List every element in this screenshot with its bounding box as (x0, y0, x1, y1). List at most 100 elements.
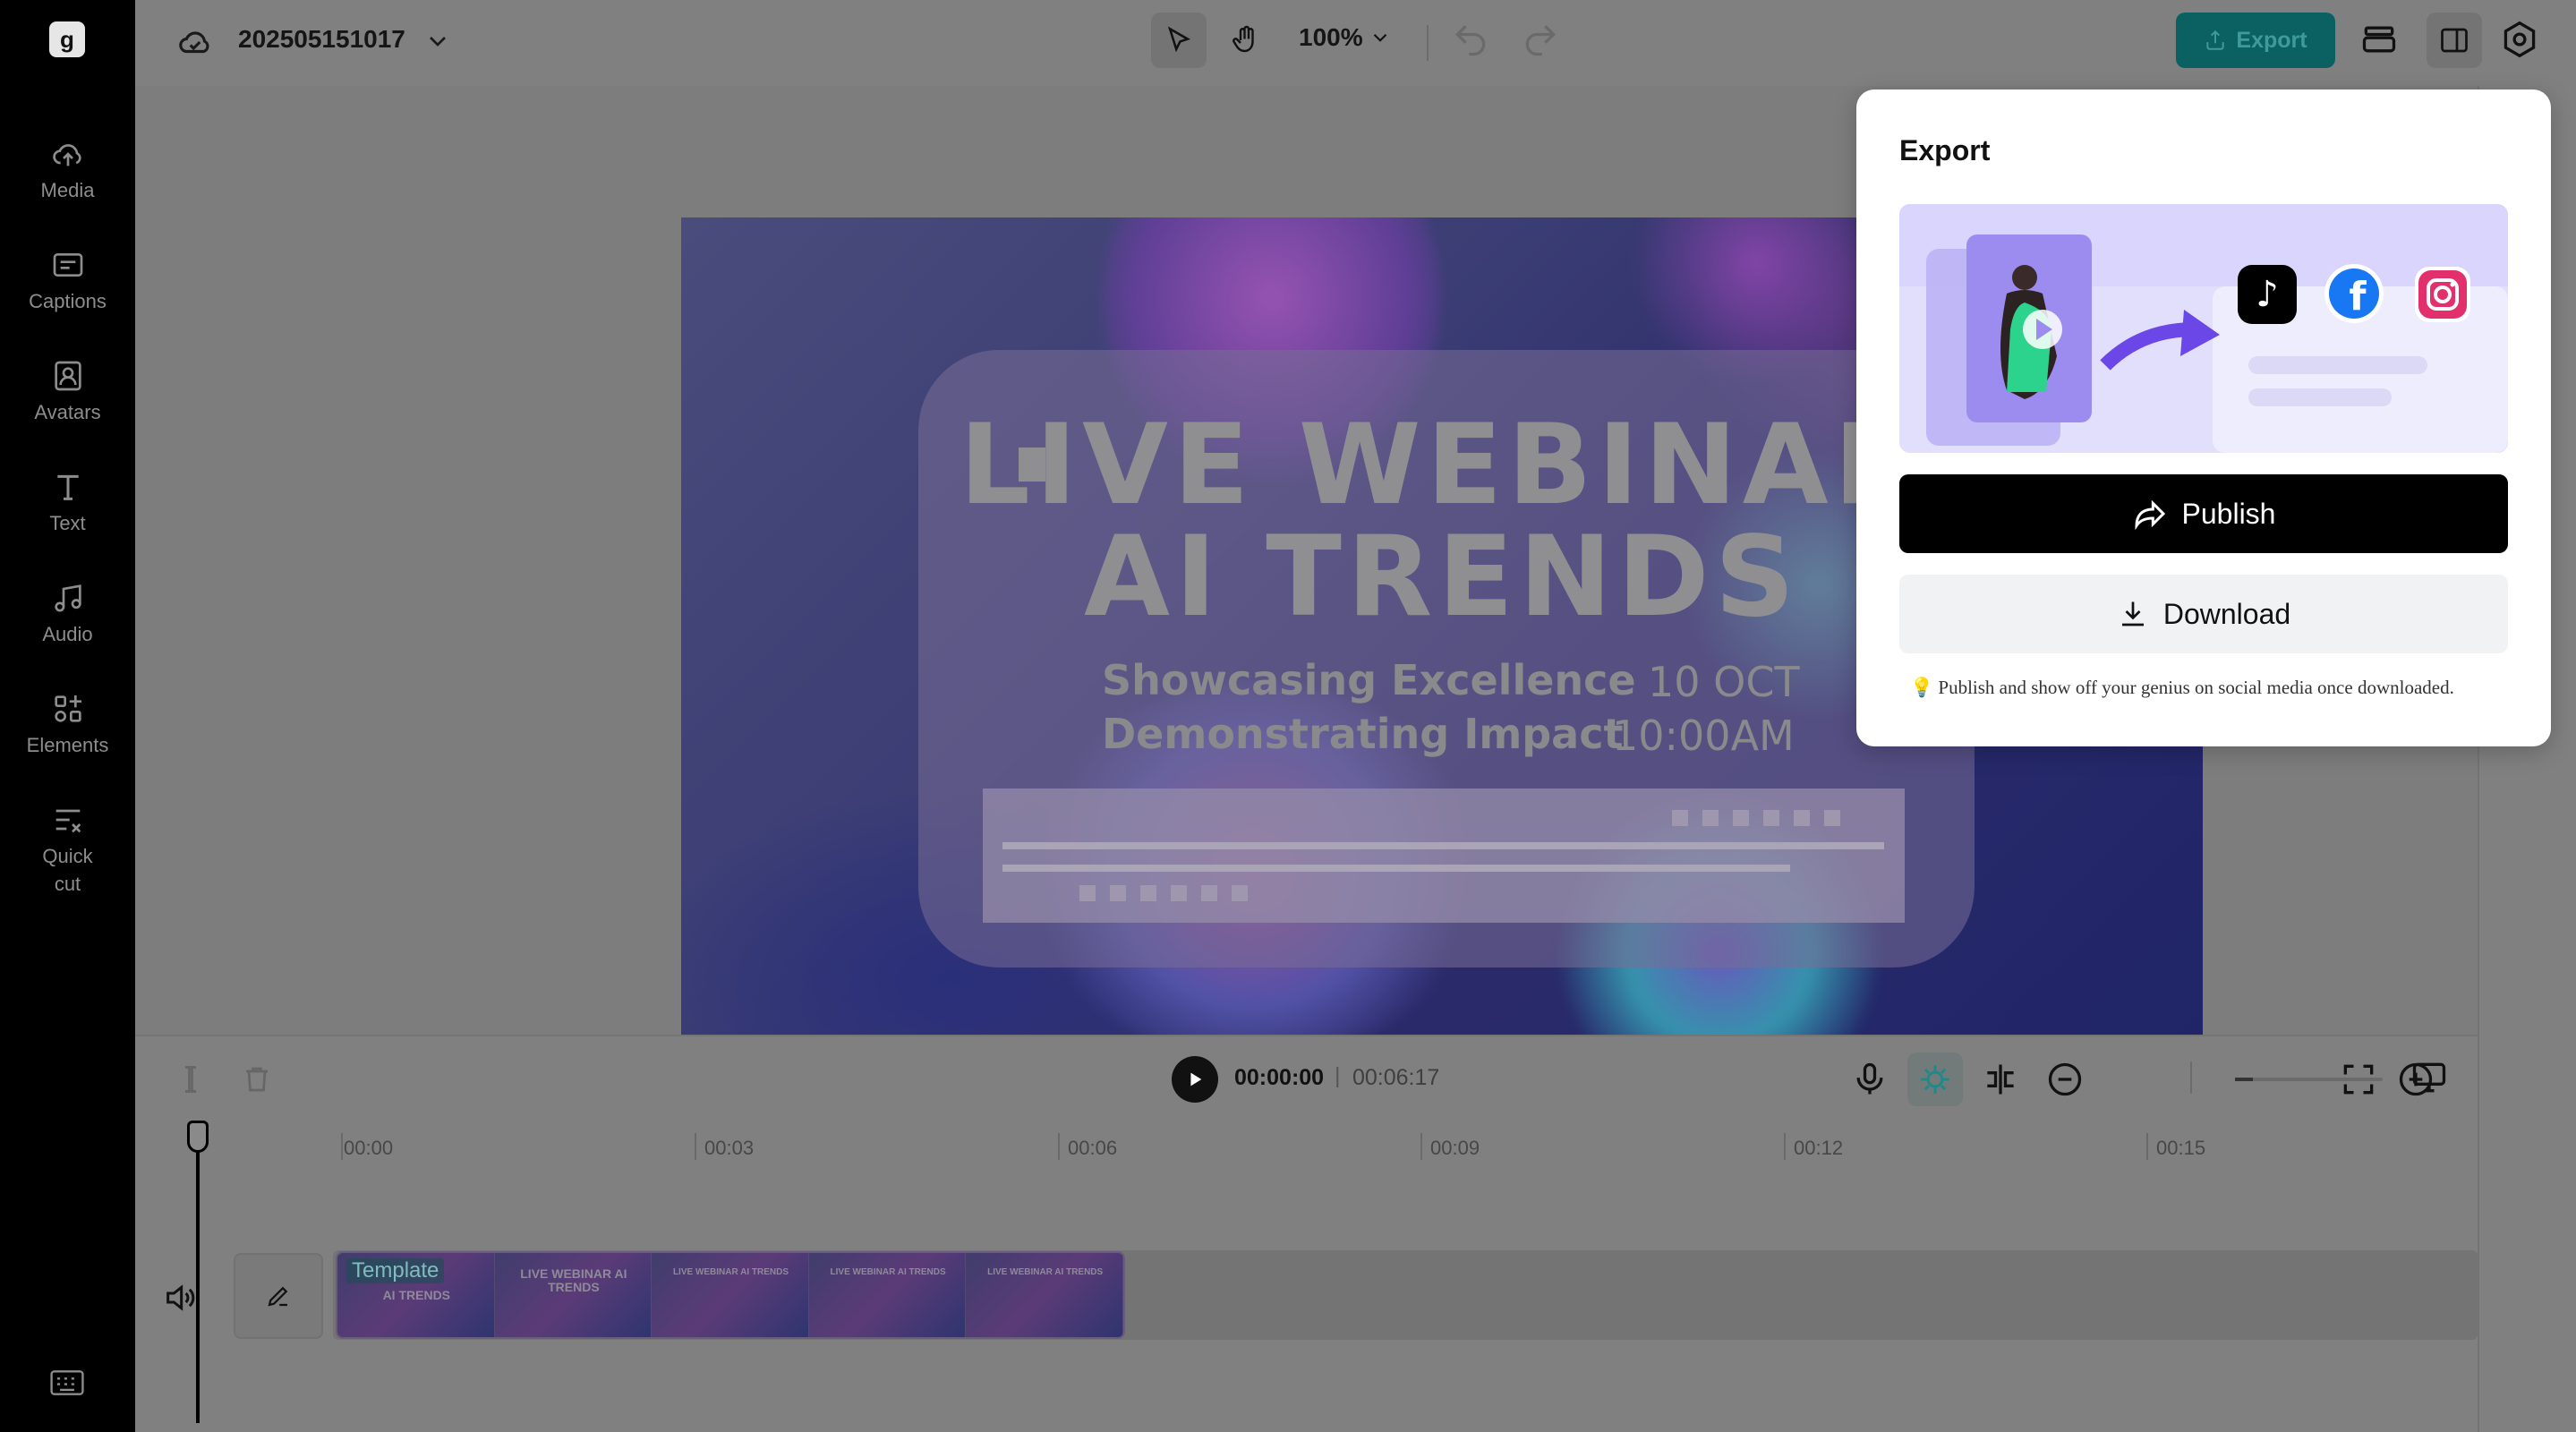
toolbar-divider (1427, 25, 1429, 61)
play-button[interactable] (1172, 1056, 1218, 1103)
clip-frame-text: LIVE WEBINAR AI TRENDS (520, 1266, 627, 1295)
trash-icon[interactable] (241, 1063, 273, 1095)
sidebar-item-text[interactable]: Text (0, 469, 135, 567)
fullscreen-icon[interactable] (2339, 1060, 2378, 1099)
zoom-dropdown[interactable]: 100% (1299, 23, 1392, 52)
split-panel-icon (2441, 28, 2468, 53)
project-name[interactable]: 202505151017 (238, 25, 405, 54)
playhead-handle[interactable] (187, 1121, 209, 1153)
current-time: 00:00:00 (1234, 1065, 1325, 1090)
ruler-tick (341, 1133, 343, 1160)
clip-frame-text: LIVE WEBINAR AI TRENDS (830, 1267, 946, 1277)
volume-icon[interactable] (162, 1280, 198, 1316)
preview-dots-top (1672, 810, 1840, 826)
sidebar-item-audio[interactable]: Audio (0, 580, 135, 678)
sidebar-item-label: Quick cut (42, 845, 93, 895)
captions-icon (53, 253, 82, 277)
zoom-value: 100% (1299, 23, 1363, 51)
ruler-label: 00:06 (1068, 1137, 1118, 1159)
export-popover-title: Export (1899, 134, 1991, 166)
music-note-icon (54, 584, 81, 612)
ruler-label: 00:15 (2156, 1137, 2206, 1159)
hand-icon (1233, 25, 1254, 53)
panel-layout-button[interactable] (2427, 13, 2482, 68)
clip-frame: LIVE WEBINAR AI TRENDS (652, 1253, 809, 1337)
preview-dots-bottom (1079, 885, 1248, 901)
ruler-label: 00:03 (704, 1137, 755, 1159)
split-clip-icon[interactable] (1981, 1060, 2020, 1099)
ruler-tick (1784, 1133, 1786, 1160)
split-cursor-icon[interactable] (175, 1063, 207, 1095)
magnet-snap-button[interactable] (1907, 1053, 1963, 1106)
quick-cut-icon (55, 809, 81, 833)
cloud-sync-icon[interactable] (176, 23, 214, 61)
hand-tool-button[interactable] (1218, 13, 1274, 68)
sidebar-item-label: Audio (42, 623, 93, 645)
track-edit-button[interactable] (234, 1253, 323, 1339)
ruler-tick (1058, 1133, 1060, 1160)
toolbar-divider (2190, 1061, 2192, 1094)
sidebar-item-avatars[interactable]: Avatars (0, 358, 135, 456)
snap-icon (1921, 1065, 1949, 1094)
layers-icon[interactable] (2359, 20, 2399, 59)
timeline-toolbar: 00:00:00 | 00:06:17 (135, 1035, 2478, 1121)
clip-frame-text: LIVE WEBINAR AI TRENDS (987, 1267, 1104, 1277)
sidebar-item-label: Text (49, 512, 86, 534)
publish-illustration: ♪ f (1899, 204, 2508, 453)
clip-frame: LIVE WEBINAR AI TRENDS (966, 1253, 1123, 1337)
export-button[interactable]: Export (2176, 13, 2335, 68)
download-icon (2121, 601, 2144, 626)
time-separator: | (1335, 1063, 1341, 1088)
sidebar-item-media[interactable]: Media (0, 136, 135, 234)
download-button[interactable]: Download (1899, 575, 2508, 653)
sidebar-item-label: Elements (26, 734, 109, 756)
sidebar-item-captions[interactable]: Captions (0, 247, 135, 345)
chevron-down-icon[interactable] (423, 27, 452, 55)
ruler-tick (1420, 1133, 1422, 1160)
total-duration: 00:06:17 (1352, 1065, 1440, 1090)
preview-subtitle-line2: Demonstrating Impact (1102, 710, 1624, 758)
sidebar-item-quick-cut[interactable]: Quick cut (0, 802, 135, 900)
redo-icon[interactable] (1521, 20, 1560, 59)
clip-frame-text: AI TRENDS (382, 1288, 451, 1302)
pointer-icon (1167, 26, 1191, 53)
ruler-label: 00:00 (344, 1137, 394, 1159)
play-icon (1190, 1072, 1202, 1087)
clip-frame-text: LIVE WEBINAR AI TRENDS (672, 1267, 789, 1277)
sidebar-item-label: Captions (29, 290, 107, 312)
preview-bar-line (1002, 842, 1884, 849)
ruler-label: 00:09 (1430, 1137, 1480, 1159)
undo-icon[interactable] (1451, 20, 1490, 59)
ruler-tick (2146, 1133, 2148, 1160)
preview-info-bar (983, 788, 1905, 923)
svg-text:f: f (2349, 274, 2367, 320)
keyboard-icon[interactable] (50, 1369, 84, 1396)
publish-button-label: Publish (2181, 497, 2276, 530)
app-logo[interactable]: g (49, 21, 85, 57)
select-tool-button[interactable] (1151, 13, 1207, 68)
tiktok-icon: ♪ (2256, 274, 2279, 315)
export-popover: Export ♪ f Publish Download 💡 Publish an… (1856, 90, 2551, 746)
chevron-down-icon (1373, 33, 1386, 42)
microphone-icon[interactable] (1850, 1060, 1889, 1099)
timeline-panel: 00:00 00:03 00:06 00:09 00:12 00:15 AI T… (135, 1121, 2478, 1432)
share-arrow-icon (2135, 499, 2165, 531)
instagram-icon (2418, 270, 2467, 319)
settings-icon[interactable] (2500, 20, 2539, 59)
video-clip[interactable]: AI TRENDS LIVE WEBINAR AI TRENDS LIVE WE… (336, 1251, 1125, 1339)
elements-icon (54, 695, 81, 722)
download-button-label: Download (2162, 597, 2291, 630)
top-toolbar: 202505151017 100% Export (135, 0, 2576, 86)
clip-frame: LIVE WEBINAR AI TRENDS (494, 1253, 653, 1337)
preview-bar-line (1002, 865, 1790, 872)
sidebar-item-label: Media (40, 179, 95, 201)
publish-button[interactable]: Publish (1899, 474, 2508, 553)
preview-monitor-icon[interactable] (2410, 1058, 2449, 1097)
zoom-out-icon[interactable] (2045, 1060, 2085, 1099)
export-upload-icon (2206, 30, 2225, 50)
pencil-icon (268, 1286, 288, 1307)
sidebar-item-elements[interactable]: Elements (0, 691, 135, 789)
cloud-upload-icon (52, 144, 81, 166)
playhead[interactable] (196, 1133, 200, 1423)
avatar-icon (54, 361, 81, 391)
